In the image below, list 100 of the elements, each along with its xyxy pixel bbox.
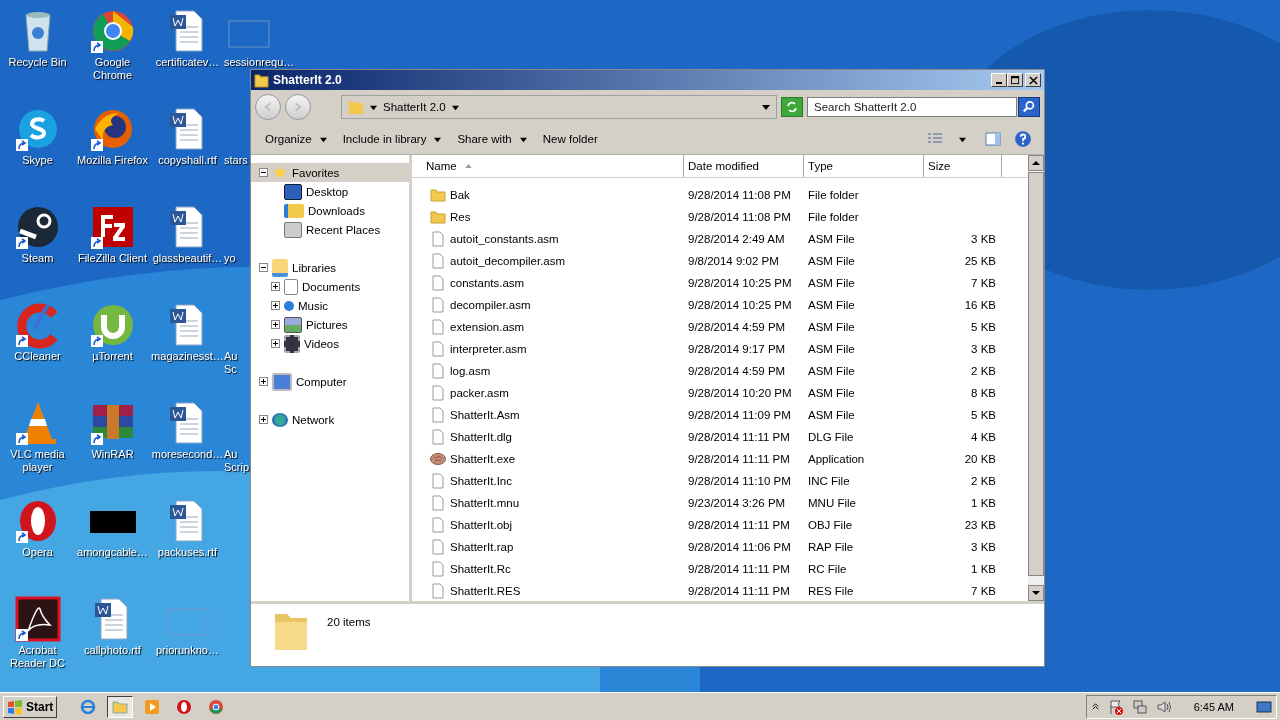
date-cell-text: 9/28/2014 11:11 PM bbox=[687, 431, 791, 443]
icon-label[interactable]: glassbeautif… bbox=[152, 252, 223, 265]
toolbar-button[interactable]: Share with bbox=[449, 129, 535, 149]
icon-label[interactable]: CCleaner bbox=[14, 350, 61, 363]
nav-item[interactable]: Pictures bbox=[251, 315, 409, 334]
file-name[interactable]: extension.asm bbox=[412, 319, 684, 335]
nav-item[interactable]: Desktop bbox=[251, 182, 409, 201]
nav-item[interactable]: Music bbox=[251, 296, 409, 315]
file-name[interactable]: ShatterIt.Inc bbox=[412, 473, 684, 489]
show-desktop-icon[interactable] bbox=[1256, 698, 1272, 715]
scroll-thumb[interactable] bbox=[1028, 172, 1044, 576]
search-field[interactable]: Search ShatterIt 2.0 bbox=[807, 97, 1017, 117]
scroll-up-icon[interactable] bbox=[1028, 155, 1044, 171]
minimize-button[interactable] bbox=[991, 73, 1007, 87]
file-name[interactable]: Bak bbox=[412, 187, 684, 203]
file-name[interactable]: ShatterIt.RES bbox=[412, 583, 684, 599]
icon-label[interactable]: Mozilla Firefox bbox=[77, 154, 148, 167]
maximize-button[interactable] bbox=[1007, 73, 1023, 87]
icon-label[interactable]: yo bbox=[224, 252, 236, 265]
nav-item[interactable]: Recent Places bbox=[251, 220, 409, 239]
caret-icon[interactable] bbox=[451, 103, 459, 111]
expand-icon[interactable] bbox=[271, 282, 280, 291]
close-button[interactable] bbox=[1025, 73, 1041, 87]
file-name[interactable]: packer.asm bbox=[412, 385, 684, 401]
date-cell-text: 9/28/2014 2:49 AM bbox=[687, 233, 786, 245]
nav-item[interactable]: Libraries bbox=[251, 258, 409, 277]
caret-icon[interactable] bbox=[370, 103, 377, 111]
date-cell-text: 9/28/2014 4:59 PM bbox=[687, 365, 787, 377]
size-cell-text: 8 KB bbox=[970, 387, 997, 399]
icon-label[interactable]: copyshall.rtf bbox=[158, 154, 217, 167]
date-cell-text: 9/28/2014 11:10 PM bbox=[687, 475, 792, 487]
file-name[interactable]: ShatterIt.exe bbox=[412, 451, 684, 467]
file-name[interactable]: interpreter.asm bbox=[412, 341, 684, 357]
file-name[interactable]: autoit_constants.asm bbox=[412, 231, 684, 247]
flag-icon[interactable] bbox=[1107, 698, 1124, 715]
scroll-down-icon[interactable] bbox=[1028, 585, 1044, 601]
file-name[interactable]: Res bbox=[412, 209, 684, 225]
toolbar-button[interactable]: Organize bbox=[257, 129, 335, 149]
type-cell-text: ASM File bbox=[807, 299, 856, 311]
clock[interactable]: 6:45 AM bbox=[1193, 700, 1234, 713]
icon-label[interactable]: Google Chrome bbox=[75, 56, 150, 82]
icon-label[interactable]: Steam bbox=[21, 252, 54, 265]
date-cell-text: 9/28/2014 11:11 PM bbox=[687, 453, 791, 465]
expand-icon[interactable] bbox=[259, 415, 268, 424]
volume-icon[interactable] bbox=[1155, 698, 1172, 715]
file-name[interactable]: constants.asm bbox=[412, 275, 684, 291]
refresh-button[interactable] bbox=[781, 97, 803, 117]
expand-icon[interactable] bbox=[271, 339, 280, 348]
date-cell-text: 9/28/2014 9:17 PM bbox=[687, 343, 787, 355]
date-cell-text: 9/28/2014 11:11 PM bbox=[687, 585, 791, 597]
file-name[interactable]: log.asm bbox=[412, 363, 684, 379]
file-name[interactable]: ShatterIt.Rc bbox=[412, 561, 684, 577]
icon-label[interactable]: Au Scrip bbox=[224, 448, 250, 474]
toolbar-button[interactable]: New folder bbox=[534, 129, 606, 149]
collapse-icon[interactable] bbox=[259, 168, 268, 177]
file-name[interactable]: ShatterIt.rap bbox=[412, 539, 684, 555]
icon-label[interactable]: VLC media player bbox=[0, 448, 75, 474]
file-name[interactable]: decompiler.asm bbox=[412, 297, 684, 313]
taskbar-button[interactable] bbox=[107, 695, 134, 718]
address-path[interactable]: ShatterIt 2.0 bbox=[383, 101, 446, 113]
start-button[interactable]: Start bbox=[3, 695, 58, 718]
expand-icon[interactable] bbox=[259, 377, 268, 386]
expand-icon[interactable] bbox=[271, 301, 280, 310]
show-hidden-icon[interactable] bbox=[1090, 702, 1100, 711]
icon-label[interactable]: WinRAR bbox=[91, 448, 134, 461]
network-icon[interactable] bbox=[1131, 698, 1148, 715]
column-header[interactable]: Name bbox=[412, 155, 684, 177]
nav-item[interactable]: Downloads bbox=[251, 201, 409, 220]
nav-item[interactable]: Favorites bbox=[251, 163, 409, 182]
file-name[interactable]: ShatterIt.mnu bbox=[412, 495, 684, 511]
expand-icon[interactable] bbox=[271, 320, 280, 329]
app-icon[interactable] bbox=[13, 595, 62, 643]
icon-label[interactable]: µTorrent bbox=[92, 350, 133, 363]
icon-label[interactable]: moresecond… bbox=[151, 448, 224, 461]
icon-label[interactable]: stars bbox=[224, 154, 248, 167]
nav-item[interactable]: Videos bbox=[251, 334, 409, 353]
size-cell-text: 7 KB bbox=[970, 585, 997, 597]
file-name[interactable]: ShatterIt.Asm bbox=[412, 407, 684, 423]
icon-label[interactable]: Skype bbox=[22, 154, 53, 167]
icon-label[interactable]: sessionrequ… bbox=[224, 56, 295, 69]
nav-item[interactable]: Documents bbox=[251, 277, 409, 296]
column-header[interactable]: Type bbox=[804, 155, 924, 177]
icon-label[interactable]: Recycle Bin bbox=[8, 56, 67, 69]
file-name[interactable]: autoit_decompiler.asm bbox=[412, 253, 684, 269]
column-header[interactable]: Date modified bbox=[684, 155, 804, 177]
icon-label[interactable]: FileZilla Client bbox=[77, 252, 148, 265]
column-header[interactable]: Size bbox=[924, 155, 1002, 177]
icon-label[interactable]: Au Sc bbox=[224, 350, 238, 376]
icon-label[interactable]: certificatev… bbox=[155, 56, 220, 69]
icon-label[interactable]: magazinesst… bbox=[151, 350, 224, 363]
file-name[interactable]: ShatterIt.dlg bbox=[412, 429, 684, 445]
caret-icon[interactable] bbox=[762, 103, 770, 111]
nav-item[interactable]: Network bbox=[251, 410, 409, 429]
caret-icon[interactable] bbox=[959, 135, 966, 143]
help-icon[interactable] bbox=[1014, 130, 1032, 148]
collapse-icon[interactable] bbox=[259, 263, 268, 272]
file-name[interactable]: ShatterIt.obj bbox=[412, 517, 684, 533]
toolbar-button[interactable]: Include in library bbox=[334, 129, 450, 149]
search-button[interactable] bbox=[1018, 97, 1040, 117]
nav-item[interactable]: Computer bbox=[251, 372, 409, 391]
